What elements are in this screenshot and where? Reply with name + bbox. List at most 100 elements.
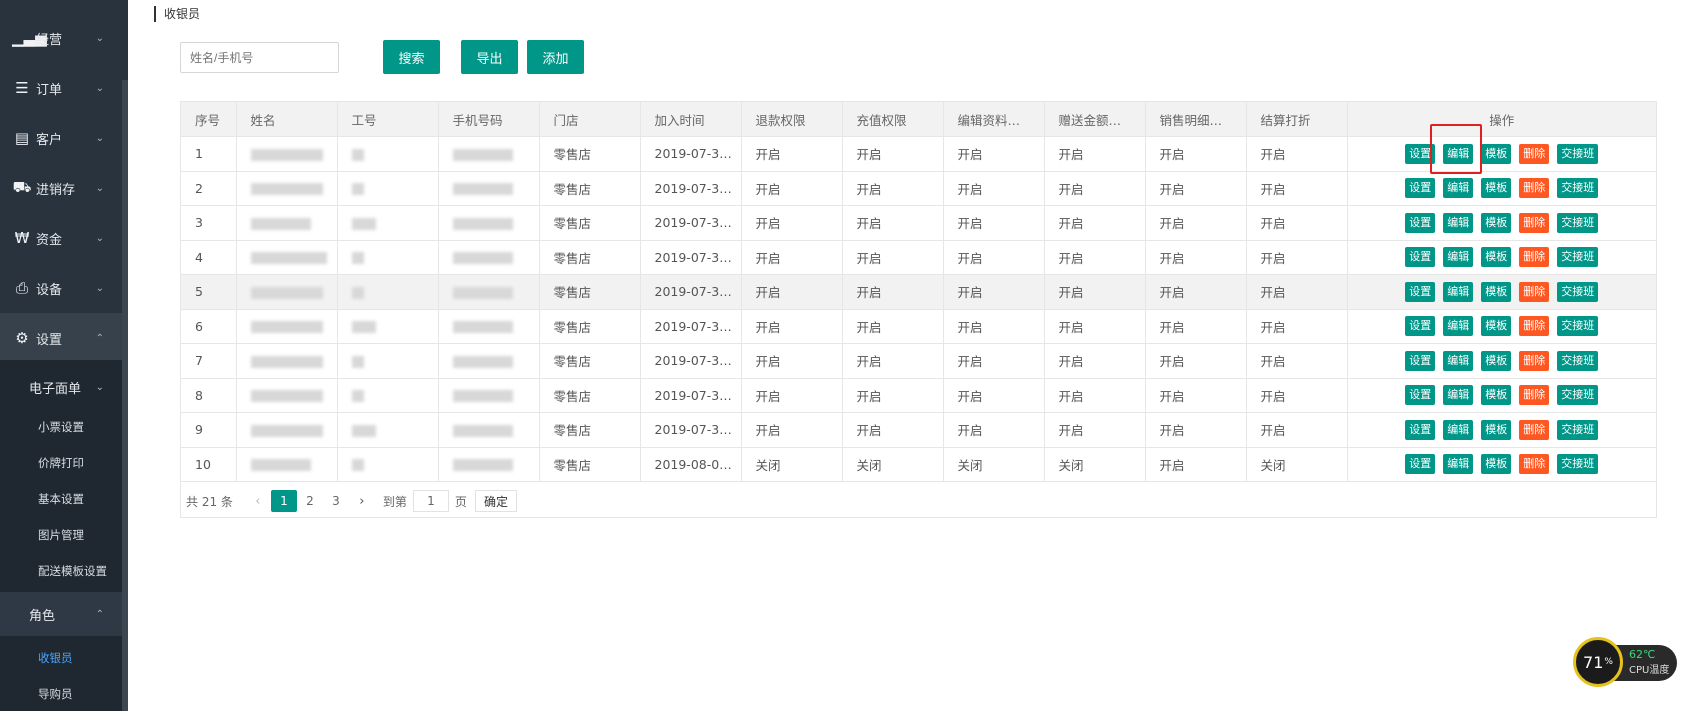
sidebar-scrollbar[interactable] xyxy=(122,80,128,711)
op-button-2[interactable]: 模板 xyxy=(1481,247,1512,268)
op-button-2[interactable]: 模板 xyxy=(1481,178,1512,199)
table-cell xyxy=(438,274,540,310)
page-number[interactable]: 1 xyxy=(270,490,297,512)
submenu-item[interactable]: 导购员 xyxy=(0,677,122,711)
search-button[interactable]: 搜索 xyxy=(383,40,440,74)
op-button-0[interactable]: 设置 xyxy=(1405,212,1436,233)
table-cell: 开启 xyxy=(943,136,1045,172)
submenu-group-role[interactable]: 角色 ⌃ xyxy=(0,592,122,636)
confirm-button[interactable]: 确定 xyxy=(474,490,517,512)
cpu-temp-label: CPU温度 xyxy=(1629,665,1670,676)
op-button-3[interactable]: 删除 xyxy=(1519,385,1550,406)
redacted-value xyxy=(250,286,323,299)
op-button-0[interactable]: 设置 xyxy=(1405,419,1436,440)
sidebar-item-2[interactable]: ▤ 客户 ⌄ xyxy=(0,113,122,163)
op-button-3[interactable]: 删除 xyxy=(1519,178,1550,199)
table-cell: 开启 xyxy=(1145,309,1247,344)
sidebar-item-4[interactable]: ₩ 资金 ⌄ xyxy=(0,213,122,263)
op-button-4[interactable]: 交接班 xyxy=(1557,316,1599,337)
op-button-0[interactable]: 设置 xyxy=(1405,316,1436,337)
chevron-down-icon: ⌄ xyxy=(95,82,104,94)
table-cell: 开启 xyxy=(741,274,843,310)
op-button-1[interactable]: 编辑 xyxy=(1443,350,1474,371)
op-button-4[interactable]: 交接班 xyxy=(1557,350,1599,371)
redacted-value xyxy=(250,252,327,265)
op-button-3[interactable]: 删除 xyxy=(1519,454,1550,475)
op-button-1[interactable]: 编辑 xyxy=(1443,212,1474,233)
column-header: 退款权限 xyxy=(741,102,843,137)
op-button-3[interactable]: 删除 xyxy=(1519,281,1550,302)
add-button[interactable]: 添加 xyxy=(527,40,584,74)
op-button-3[interactable]: 删除 xyxy=(1519,419,1550,440)
op-button-1[interactable]: 编辑 xyxy=(1443,419,1474,440)
op-button-1[interactable]: 编辑 xyxy=(1443,247,1474,268)
table-cell: 关闭 xyxy=(1246,447,1348,482)
op-button-4[interactable]: 交接班 xyxy=(1557,281,1599,302)
op-button-3[interactable]: 删除 xyxy=(1519,350,1550,371)
op-button-1[interactable]: 编辑 xyxy=(1443,178,1474,199)
op-button-0[interactable]: 设置 xyxy=(1405,178,1436,199)
submenu-item[interactable]: 配送模板设置 xyxy=(0,554,122,588)
op-button-0[interactable]: 设置 xyxy=(1405,454,1436,475)
op-button-0[interactable]: 设置 xyxy=(1405,350,1436,371)
chevron-right-icon[interactable]: › xyxy=(349,490,375,512)
goto-page-input[interactable]: 1 xyxy=(412,490,449,512)
op-button-3[interactable]: 删除 xyxy=(1519,247,1550,268)
sidebar-item-3[interactable]: ⛟ 进销存 ⌄ xyxy=(0,163,122,213)
op-button-1[interactable]: 编辑 xyxy=(1443,281,1474,302)
op-button-2[interactable]: 模板 xyxy=(1481,143,1512,164)
table-cell: 开启 xyxy=(842,171,944,206)
op-button-4[interactable]: 交接班 xyxy=(1557,454,1599,475)
table-cell xyxy=(337,171,439,206)
redacted-value xyxy=(351,217,376,230)
op-button-3[interactable]: 删除 xyxy=(1519,212,1550,233)
op-button-2[interactable]: 模板 xyxy=(1481,281,1512,302)
table-cell xyxy=(236,171,338,206)
op-button-1[interactable]: 编辑 xyxy=(1443,316,1474,337)
op-button-1[interactable]: 编辑 xyxy=(1443,385,1474,406)
op-button-4[interactable]: 交接班 xyxy=(1557,419,1599,440)
table-cell xyxy=(236,136,338,172)
op-button-4[interactable]: 交接班 xyxy=(1557,247,1599,268)
op-button-3[interactable]: 删除 xyxy=(1519,143,1550,164)
op-button-2[interactable]: 模板 xyxy=(1481,385,1512,406)
export-button[interactable]: 导出 xyxy=(461,40,518,74)
sidebar-item-6[interactable]: ⚙ 设置 ⌃ xyxy=(0,313,122,363)
op-button-4[interactable]: 交接班 xyxy=(1557,212,1599,233)
submenu-item[interactable]: 收银员 xyxy=(0,641,122,675)
submenu-group-label: 电子面单 xyxy=(29,381,82,397)
op-button-2[interactable]: 模板 xyxy=(1481,316,1512,337)
chevron-down-icon: ⌄ xyxy=(95,282,104,294)
chevron-left-icon[interactable]: ‹ xyxy=(245,490,271,512)
op-button-4[interactable]: 交接班 xyxy=(1557,143,1599,164)
submenu-item[interactable]: 价牌打印 xyxy=(0,446,122,480)
op-button-2[interactable]: 模板 xyxy=(1481,350,1512,371)
submenu-item[interactable]: 小票设置 xyxy=(0,410,122,444)
submenu-item[interactable]: 基本设置 xyxy=(0,482,122,516)
op-button-0[interactable]: 设置 xyxy=(1405,281,1436,302)
op-button-1[interactable]: 编辑 xyxy=(1443,454,1474,475)
op-button-3[interactable]: 删除 xyxy=(1519,316,1550,337)
cpu-widget[interactable]: 62℃ CPU温度 71% xyxy=(1573,637,1677,687)
op-button-0[interactable]: 设置 xyxy=(1405,247,1436,268)
submenu-item[interactable]: 图片管理 xyxy=(0,518,122,552)
submenu-group-eform[interactable]: 电子面单 ⌄ xyxy=(0,365,122,409)
op-button-0[interactable]: 设置 xyxy=(1405,385,1436,406)
sidebar-item-5[interactable]: ⎙ 设备 ⌄ xyxy=(0,263,122,313)
highlight-box xyxy=(1430,124,1482,174)
table-cell: 零售店 xyxy=(539,378,641,413)
page-number[interactable]: 3 xyxy=(323,490,349,512)
sidebar-item-1[interactable]: ☰ 订单 ⌄ xyxy=(0,63,122,113)
page-number[interactable]: 2 xyxy=(297,490,323,512)
op-button-2[interactable]: 模板 xyxy=(1481,212,1512,233)
op-button-2[interactable]: 模板 xyxy=(1481,419,1512,440)
redacted-value xyxy=(452,390,513,403)
table-cell xyxy=(236,412,338,448)
table-cell: 零售店 xyxy=(539,205,641,241)
op-button-2[interactable]: 模板 xyxy=(1481,454,1512,475)
op-button-4[interactable]: 交接班 xyxy=(1557,385,1599,406)
op-button-4[interactable]: 交接班 xyxy=(1557,178,1599,199)
sidebar-item-0[interactable]: ▁▃▅ 经营 ⌄ xyxy=(0,13,122,63)
search-input[interactable] xyxy=(180,42,339,73)
table-cell: 开启 xyxy=(842,205,944,241)
